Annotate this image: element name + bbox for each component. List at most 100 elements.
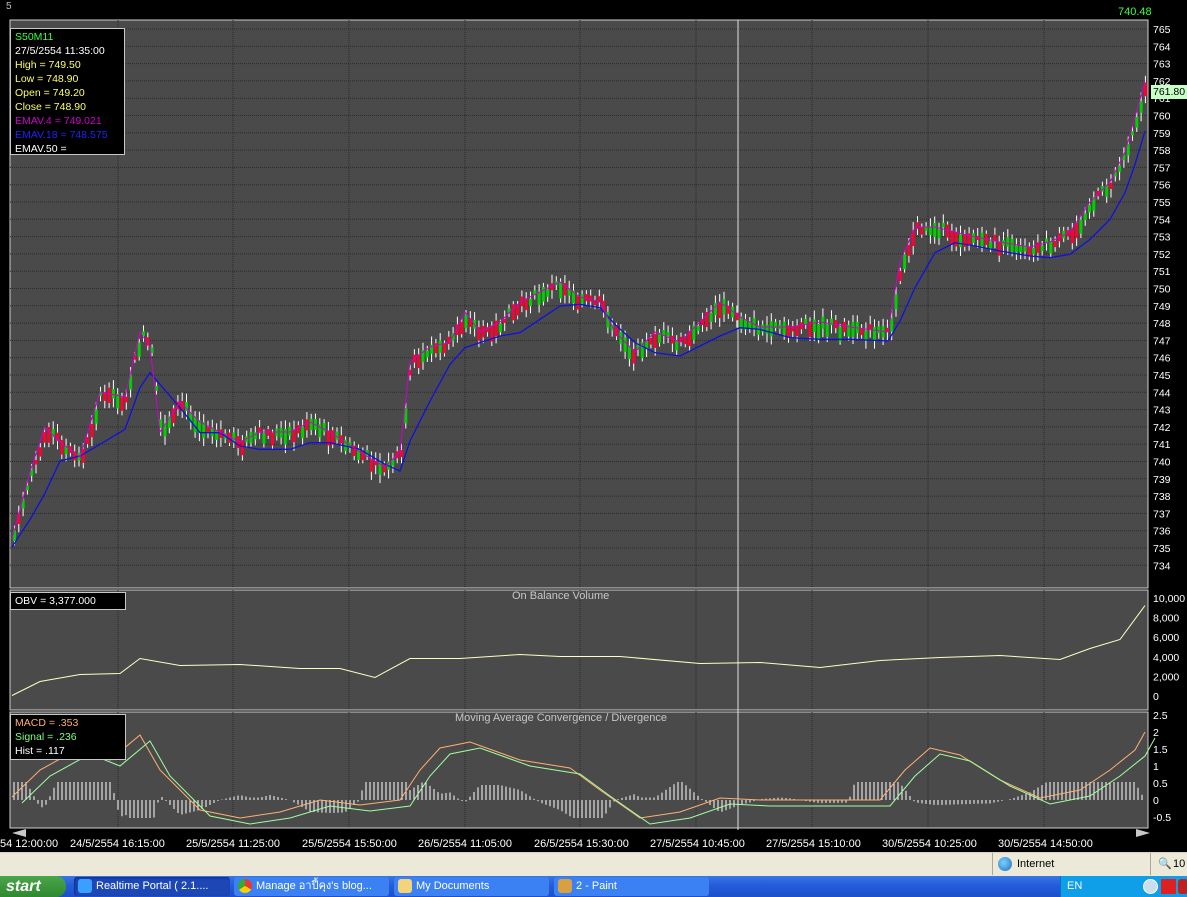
macd-value: MACD = .353 [15,717,79,729]
candle-body [959,234,962,248]
macd-axis-tick: 2 [1153,727,1159,739]
price-axis-tick: 742 [1153,422,1171,434]
candle-body [713,302,717,316]
candle-body [322,422,326,432]
candle-body [1023,246,1027,252]
status-divider-2 [1150,853,1151,875]
obv-title: On Balance Volume [512,590,610,602]
candle-body [997,242,1001,256]
price-axis-tick: 734 [1153,560,1171,572]
candle-body [993,234,997,242]
scroll-right-arrow[interactable] [1136,829,1150,837]
candle-body [653,333,657,348]
ema50-label: EMAV.50 = [15,143,67,155]
candle-body [584,294,588,302]
zoom-level[interactable]: 10 [1173,858,1185,870]
macd-panel [9,711,1149,829]
candle-body [1083,213,1087,221]
candle-body [920,226,924,235]
candle-body [301,426,305,439]
tray-app-icon[interactable] [1161,879,1176,894]
candle-body [559,282,563,299]
task-realtime-portal[interactable]: Realtime Portal ( 2.1.... [74,877,230,896]
hist-value: Hist = .117 [15,745,65,757]
start-button[interactable]: start [0,876,66,897]
candle-body [799,322,803,330]
signal-value: Signal = .236 [15,731,77,743]
candle-body [971,233,975,243]
price-axis-tick: 759 [1153,128,1171,140]
candle-body [94,409,98,424]
candle-body [1109,182,1113,189]
candle-body [782,321,786,335]
candle-body [623,337,627,352]
obv-axis-tick: 10,000 [1153,593,1185,605]
candle-body [1118,165,1122,172]
language-indicator[interactable]: EN [1067,880,1082,892]
price-axis-tick: 750 [1153,284,1171,296]
candle-body [111,389,115,399]
price-axis-tick: 740 [1153,457,1171,469]
candle-body [1010,238,1014,252]
candle-body [769,321,773,337]
zone-label: Internet [1017,858,1055,870]
open-label: Open = 749.20 [15,87,85,99]
price-axis-tick: 751 [1153,266,1171,278]
obv-axis-tick: 8,000 [1153,613,1179,625]
candle-body [537,291,541,305]
paint-icon [558,879,572,893]
candle-body [898,270,902,282]
zoom-icon[interactable]: 🔍 [1158,857,1172,870]
candle-body [481,325,485,338]
macd-axis-tick: 1 [1153,761,1159,773]
tray-shield-icon[interactable] [1178,879,1187,894]
candle-body [1079,219,1083,234]
candle-body [240,440,244,456]
task-chrome-blog[interactable]: Manage อาปี้คุง's blog... [234,877,389,896]
candle-body [718,302,722,319]
candle-body [1019,245,1023,253]
scroll-left-arrow[interactable] [12,829,26,837]
price-axis-tick: 746 [1153,353,1171,365]
candle-body [928,226,932,236]
candle-body [292,429,296,443]
ema18-label: EMAV.18 = 748.575 [15,129,108,141]
candle-body [1070,229,1074,244]
candle-body [438,340,442,353]
candle-body [305,419,309,431]
candle-body [391,460,395,466]
macd-axis-tick: 1.5 [1153,744,1168,756]
candle-body [980,232,984,247]
candle-body [296,425,300,434]
price-axis-tick: 747 [1153,335,1171,347]
candle-body [589,295,593,302]
candle-body [1053,240,1057,248]
candle-body [675,340,679,351]
candle-body [38,447,42,457]
task-paint[interactable]: 2 - Paint [554,877,709,896]
candle-body [937,229,941,239]
candle-body [546,289,550,297]
task-my-documents[interactable]: My Documents [394,877,549,896]
candle-body [756,326,760,335]
folder-icon [398,879,412,893]
price-axis-tick: 754 [1153,214,1171,226]
candle-body [309,418,313,431]
macd-title: Moving Average Convergence / Divergence [455,712,667,724]
obv-info-box: OBV = 3,377.000 [10,592,126,610]
candle-body [916,222,919,229]
time-axis-label: 25/5/2554 15:50:00 [302,838,397,850]
candle-body [529,298,532,307]
price-axis-tick: 743 [1153,405,1171,417]
obv-axis-tick: 6,000 [1153,632,1179,644]
candle-body [804,318,808,325]
candle-body [43,432,47,443]
price-axis-tick: 765 [1153,24,1171,36]
time-axis-label: 25/5/2554 11:25:00 [186,838,280,850]
candle-body [503,318,507,323]
tray-back-icon[interactable] [1143,879,1158,894]
candle-body [864,330,868,341]
candle-body [120,397,124,411]
candle-body [989,241,993,249]
candle-body [696,325,700,331]
